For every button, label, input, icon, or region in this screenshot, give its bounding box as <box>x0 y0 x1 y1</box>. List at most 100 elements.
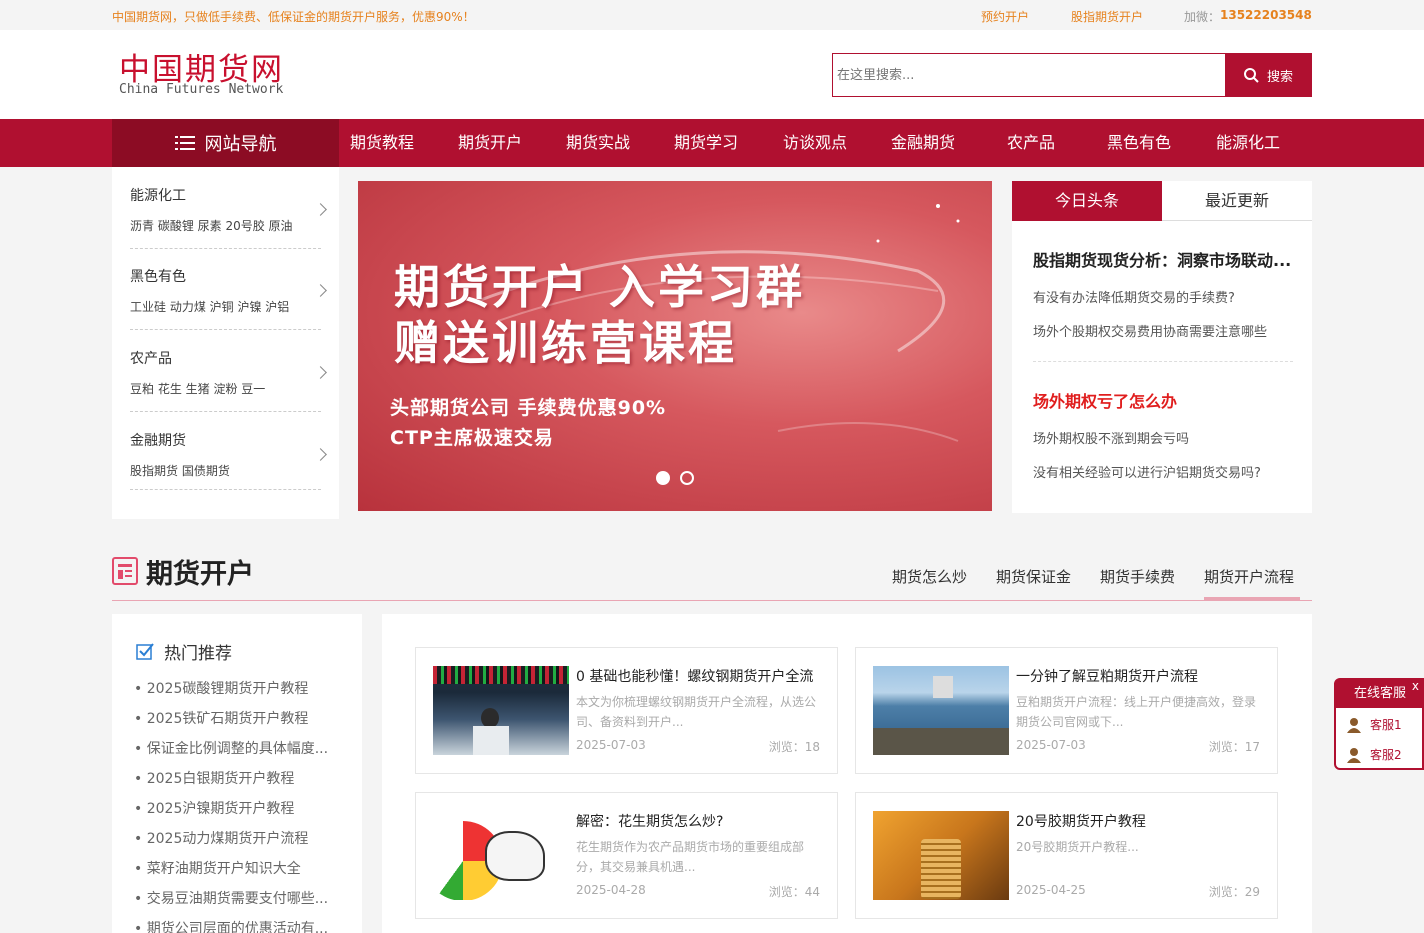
category-agri[interactable]: 农产品 豆粕 花生 生猪 淀粉 豆一 <box>130 348 327 412</box>
hot-item[interactable]: • 期货公司层面的优惠活动有... <box>134 918 328 933</box>
search-box: 搜索 <box>832 53 1312 97</box>
slogan: 中国期货网，只做低手续费、低保证金的期货开户服务，优惠90%！ <box>112 10 475 24</box>
article-views: 浏览：18 <box>768 740 820 754</box>
appointment-link[interactable]: 预约开户 <box>981 8 1029 25</box>
banner-headline: 期货开户 入学习群 赠送训练营课程 <box>394 259 805 371</box>
article-title[interactable]: 解密：花生期货怎么炒? <box>576 811 723 831</box>
article-views: 浏览：29 <box>1208 885 1260 899</box>
nav-item-tutorial[interactable]: 期货教程 <box>350 119 414 167</box>
hot-item[interactable]: • 2025碳酸锂期货开户教程 <box>134 678 308 698</box>
service-agent-label: 客服1 <box>1370 718 1402 732</box>
divider <box>1033 361 1293 362</box>
search-input[interactable] <box>837 62 1217 88</box>
menu-icon <box>174 136 195 150</box>
headline-item[interactable]: 场外个股期权交易费用协商需要注意哪些 <box>1033 321 1267 340</box>
headline-item[interactable]: 有没有办法降低期货交易的手续费? <box>1033 287 1235 306</box>
article-title[interactable]: 0 基础也能秒懂！螺纹钢期货开户全流 <box>576 666 813 686</box>
nav-item-financial[interactable]: 金融期货 <box>891 119 955 167</box>
hot-title: 热门推荐 <box>164 644 232 664</box>
article-title[interactable]: 20号胶期货开户教程 <box>1016 811 1146 831</box>
section-divider <box>112 600 1312 601</box>
category-subs[interactable]: 股指期货 国债期货 <box>130 462 230 479</box>
online-service-widget: 在线客服 x 客服1 客服2 <box>1334 678 1424 770</box>
nav-item-account[interactable]: 期货开户 <box>458 119 522 167</box>
online-service-title: 在线客服 <box>1336 680 1424 708</box>
search-icon <box>1243 68 1259 83</box>
close-icon[interactable]: x <box>1412 679 1419 693</box>
article-thumbnail[interactable] <box>873 811 1009 900</box>
section-tab[interactable]: 期货保证金 <box>996 566 1071 587</box>
category-subs[interactable]: 沥青 碳酸锂 尿素 20号胶 原油 <box>130 217 293 234</box>
tab-recent[interactable]: 最近更新 <box>1162 181 1312 221</box>
category-subs[interactable]: 工业硅 动力煤 沪铜 沪镍 沪铝 <box>130 298 289 315</box>
headline-item[interactable]: 场外期权股不涨到期会亏吗 <box>1033 428 1189 447</box>
article-thumbnail[interactable] <box>433 666 569 755</box>
article-card[interactable]: 0 基础也能秒懂！螺纹钢期货开户全流 本文为你梳理螺纹钢期货开户全流程，从选公司… <box>415 647 838 774</box>
hot-item[interactable]: • 2025铁矿石期货开户教程 <box>134 708 308 728</box>
article-desc: 本文为你梳理螺纹钢期货开户全流程，从选公司、备资料到开户... <box>576 695 817 729</box>
article-views: 浏览：17 <box>1208 740 1260 754</box>
agent-icon <box>1347 717 1361 733</box>
headline-top1[interactable]: 股指期货现货分析：洞察市场联动... <box>1033 247 1291 271</box>
banner-sub2: CTP主席极速交易 <box>390 427 554 449</box>
wechat-number[interactable]: 13522203548 <box>1220 8 1312 22</box>
article-date: 2025-04-25 <box>1016 883 1086 897</box>
chevron-right-icon <box>314 366 327 379</box>
nav-item-energy[interactable]: 能源化工 <box>1216 119 1280 167</box>
section-tab-active[interactable]: 期货开户流程 <box>1204 566 1294 587</box>
hot-item[interactable]: • 2025动力煤期货开户流程 <box>134 828 308 848</box>
search-button-label: 搜索 <box>1266 69 1293 85</box>
category-energy[interactable]: 能源化工 沥青 碳酸锂 尿素 20号胶 原油 <box>130 185 327 249</box>
category-financial[interactable]: 金融期货 股指期货 国债期货 <box>130 430 327 490</box>
article-grid: 0 基础也能秒懂！螺纹钢期货开户全流 本文为你梳理螺纹钢期货开户全流程，从选公司… <box>382 614 1312 933</box>
banner-line1: 期货开户 入学习群 <box>394 260 806 314</box>
nav-item-learning[interactable]: 期货学习 <box>674 119 738 167</box>
article-card[interactable]: 20号胶期货开户教程 20号胶期货开户教程... 2025-04-25 浏览：2… <box>855 792 1278 919</box>
nav-item-agri[interactable]: 农产品 <box>1007 119 1055 167</box>
header: 中国期货网 China Futures Network 搜索 <box>0 30 1424 119</box>
search-button[interactable]: 搜索 <box>1225 53 1311 97</box>
article-card[interactable]: 一分钟了解豆粕期货开户流程 豆粕期货开户流程：线上开户便捷高效，登录期货公司官网… <box>855 647 1278 774</box>
hot-item[interactable]: • 保证金比例调整的具体幅度... <box>134 738 328 758</box>
hot-item[interactable]: • 菜籽油期货开户知识大全 <box>134 858 301 878</box>
banner-sub: 头部期货公司 手续费优惠90% CTP主席极速交易 <box>390 393 666 453</box>
article-thumbnail[interactable] <box>873 666 1009 755</box>
section-title: 期货开户 <box>146 559 254 590</box>
nav-item-practice[interactable]: 期货实战 <box>566 119 630 167</box>
category-subs[interactable]: 豆粕 花生 生猪 淀粉 豆一 <box>130 380 265 397</box>
category-menu: 能源化工 沥青 碳酸锂 尿素 20号胶 原油 黑色有色 工业硅 动力煤 沪铜 沪… <box>112 167 339 519</box>
headline-item[interactable]: 没有相关经验可以进行沪铝期货交易吗? <box>1033 462 1261 481</box>
nav-item-interview[interactable]: 访谈观点 <box>783 119 847 167</box>
section-tab[interactable]: 期货手续费 <box>1100 566 1175 587</box>
chevron-right-icon <box>314 448 327 461</box>
article-desc: 豆粕期货开户流程：线上开户便捷高效，登录期货公司官网或下... <box>1016 695 1257 729</box>
carousel-dot-1[interactable] <box>656 471 670 485</box>
hot-item[interactable]: • 2025沪镍期货开户教程 <box>134 798 294 818</box>
main-nav: 网站导航 期货教程 期货开户 期货实战 期货学习 访谈观点 金融期货 农产品 黑… <box>0 119 1424 167</box>
stock-index-link[interactable]: 股指期货开户 <box>1071 8 1143 25</box>
carousel-dot-2[interactable] <box>680 471 694 485</box>
category-title: 农产品 <box>130 351 172 367</box>
headlines-panel: 今日头条 最近更新 股指期货现货分析：洞察市场联动... 有没有办法降低期货交易… <box>1012 181 1312 513</box>
hot-item[interactable]: • 交易豆油期货需要支付哪些... <box>134 888 328 908</box>
article-date: 2025-07-03 <box>576 738 646 752</box>
section-tab[interactable]: 期货怎么炒 <box>892 566 967 587</box>
article-date: 2025-04-28 <box>576 883 646 897</box>
agent-icon <box>1347 747 1361 763</box>
nav-item-metals[interactable]: 黑色有色 <box>1107 119 1171 167</box>
article-thumbnail[interactable] <box>433 811 569 900</box>
logo-en[interactable]: China Futures Network <box>119 82 283 97</box>
headline-top2[interactable]: 场外期权亏了怎么办 <box>1033 388 1177 412</box>
hot-item[interactable]: • 2025白银期货开户教程 <box>134 768 294 788</box>
site-nav-button[interactable]: 网站导航 <box>112 119 339 167</box>
article-card[interactable]: 解密：花生期货怎么炒? 花生期货作为农产品期货市场的重要组成部分，其交易兼具机遇… <box>415 792 838 919</box>
tab-today[interactable]: 今日头条 <box>1012 181 1162 221</box>
article-title[interactable]: 一分钟了解豆粕期货开户流程 <box>1016 666 1198 686</box>
category-title: 黑色有色 <box>130 269 186 285</box>
chevron-right-icon <box>314 203 327 216</box>
category-metals[interactable]: 黑色有色 工业硅 动力煤 沪铜 沪镍 沪铝 <box>130 266 327 330</box>
service-agent-1[interactable]: 客服1 <box>1346 716 1402 733</box>
service-agent-2[interactable]: 客服2 <box>1346 746 1402 763</box>
banner-carousel[interactable]: 期货开户 入学习群 赠送训练营课程 头部期货公司 手续费优惠90% CTP主席极… <box>358 181 992 511</box>
checkbox-icon <box>136 643 154 660</box>
